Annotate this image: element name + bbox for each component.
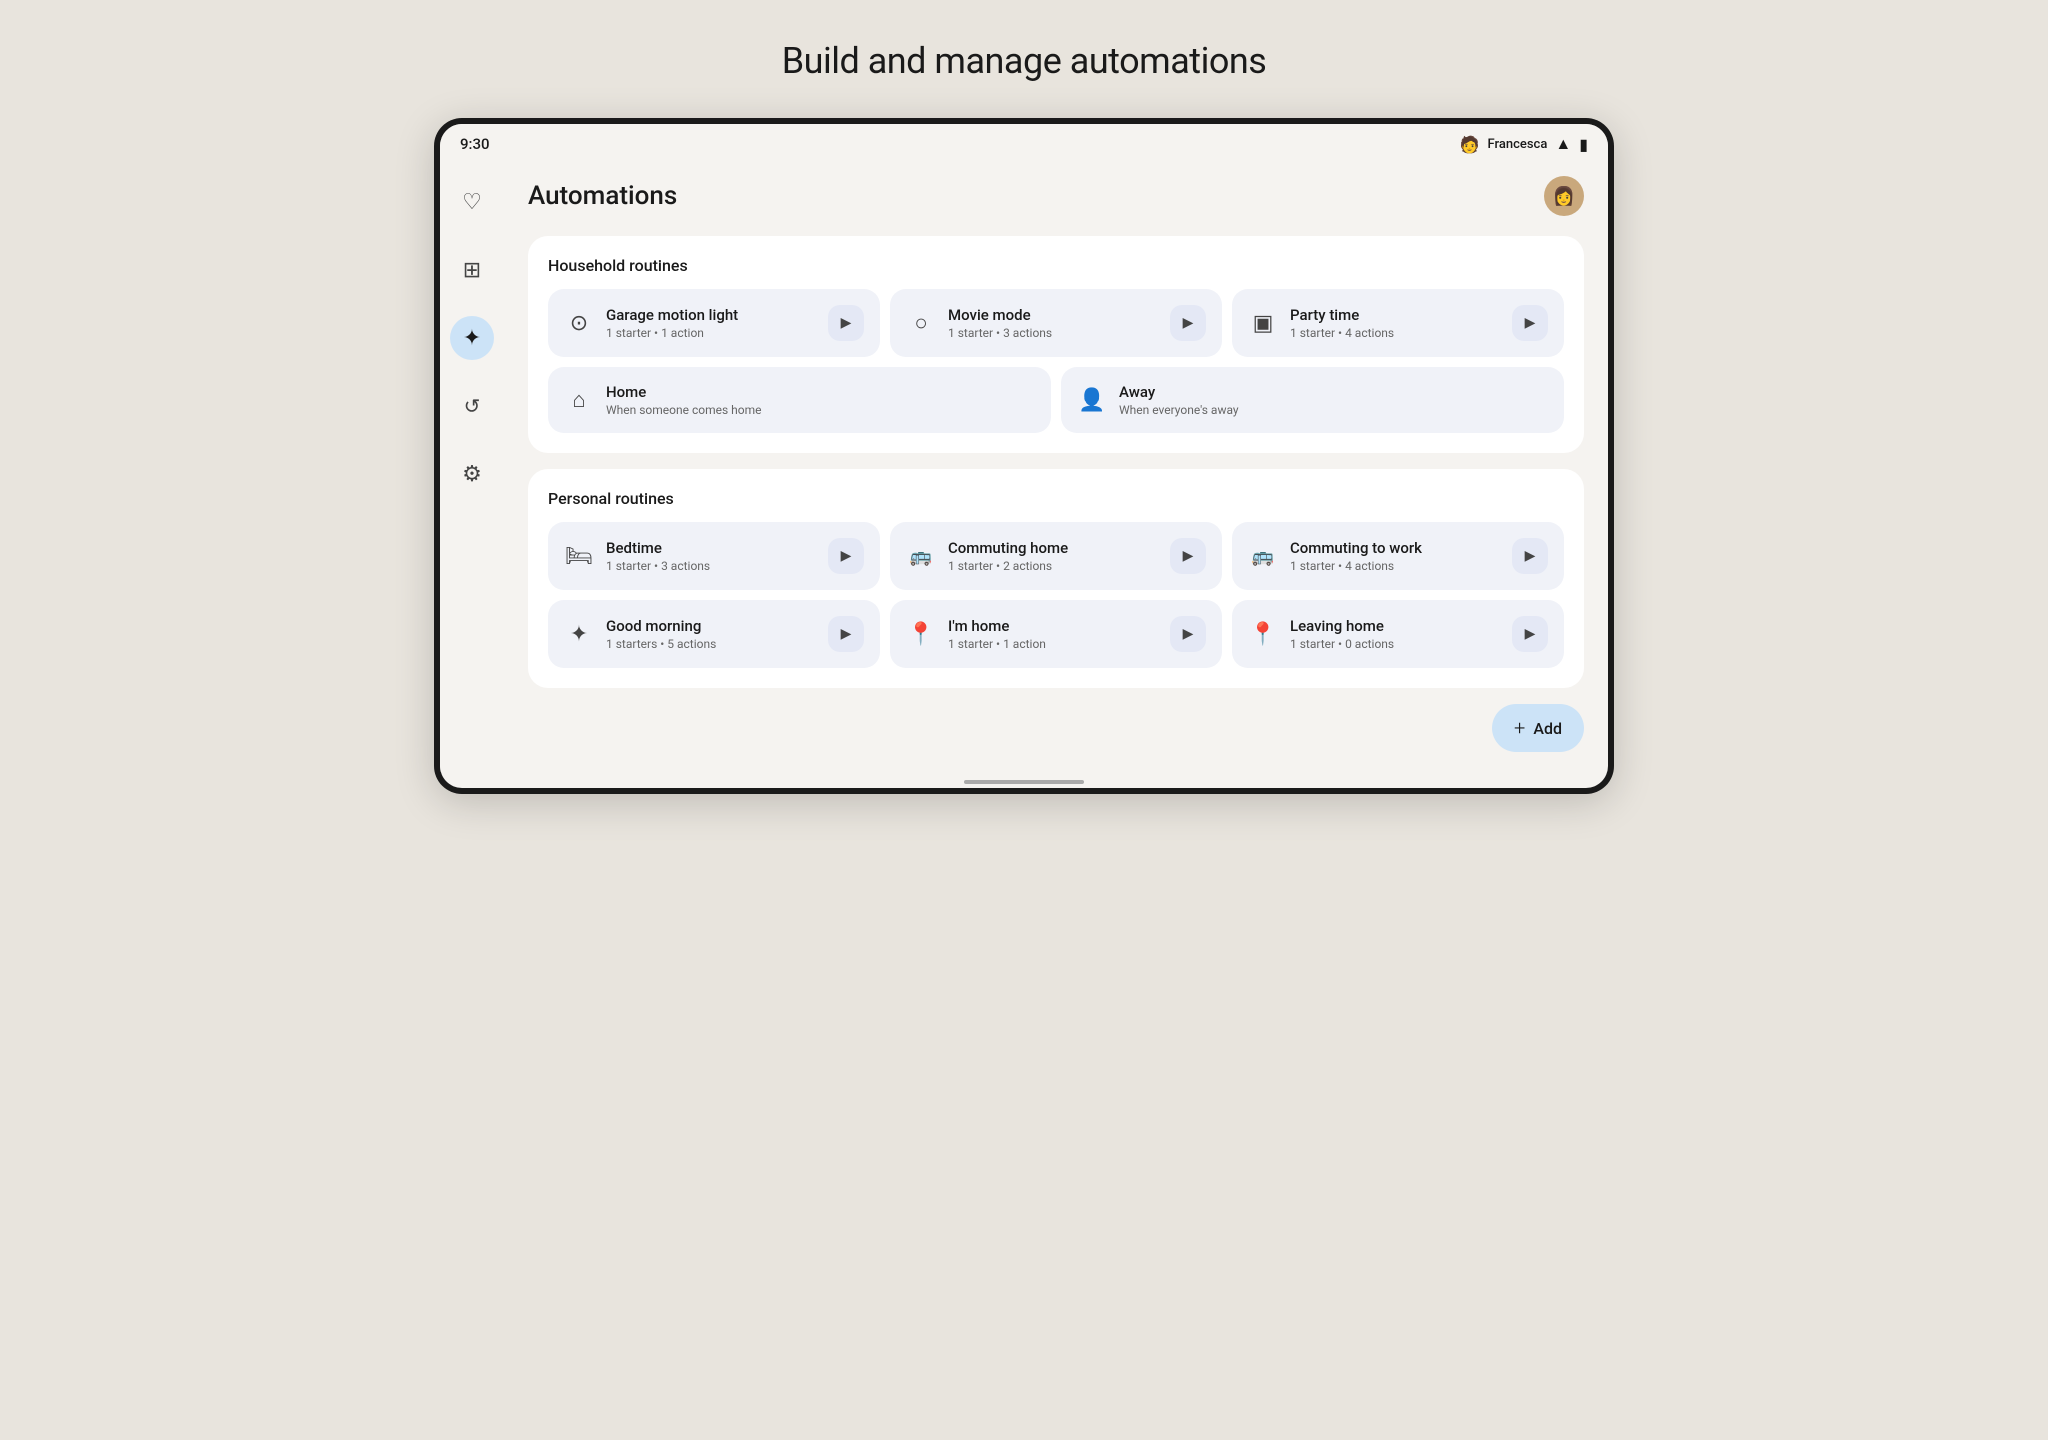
im-home-meta: 1 starter • 1 action (948, 637, 1046, 651)
garage-meta: 1 starter • 1 action (606, 326, 738, 340)
add-icon: + (1514, 716, 1525, 740)
good-morning-name: Good morning (606, 617, 716, 635)
app-body: ♡ ⊞ ✦ ↺ ⚙ Automations 👩 Household routin… (440, 160, 1608, 772)
personal-section-title: Personal routines (548, 489, 1564, 508)
good-morning-meta: 1 starters • 5 actions (606, 637, 716, 651)
commute-work-meta: 1 starter • 4 actions (1290, 559, 1422, 573)
away-meta: When everyone's away (1119, 403, 1239, 417)
away-icon: 👤 (1077, 388, 1107, 413)
main-content: Automations 👩 Household routines ⊙ (504, 160, 1608, 772)
commute-home-play-btn[interactable]: ▶ (1170, 538, 1206, 574)
movie-play-btn[interactable]: ▶ (1170, 305, 1206, 341)
leaving-home-name: Leaving home (1290, 617, 1394, 635)
sidebar-item-dashboard[interactable]: ⊞ (450, 248, 494, 292)
add-label: Add (1533, 719, 1562, 738)
bedtime-icon: 🛏 (564, 544, 594, 569)
commute-work-name: Commuting to work (1290, 539, 1422, 557)
bedtime-meta: 1 starter • 3 actions (606, 559, 710, 573)
movie-icon: ○ (906, 310, 936, 336)
user-avatar-small: 🧑 (1460, 135, 1480, 154)
leaving-home-meta: 1 starter • 0 actions (1290, 637, 1394, 651)
sidebar-item-settings[interactable]: ⚙ (450, 452, 494, 496)
device-frame: 9:30 🧑 Francesca ▲ ▮ ♡ ⊞ ✦ ↺ ⚙ Automatio… (434, 118, 1614, 794)
home-bar (964, 780, 1084, 784)
personal-row2: ✦ Good morning 1 starters • 5 actions ▶ … (548, 600, 1564, 668)
personal-section: Personal routines 🛏 Bedtime 1 starter • … (528, 469, 1584, 688)
party-play-btn[interactable]: ▶ (1512, 305, 1548, 341)
personal-row1: 🛏 Bedtime 1 starter • 3 actions ▶ 🚌 (548, 522, 1564, 590)
good-morning-play-btn[interactable]: ▶ (828, 616, 864, 652)
garage-icon: ⊙ (564, 311, 594, 336)
commute-home-icon: 🚌 (906, 546, 936, 567)
add-button[interactable]: + Add (1492, 704, 1584, 752)
routine-card-commute-home[interactable]: 🚌 Commuting home 1 starter • 2 actions ▶ (890, 522, 1222, 590)
home-meta: When someone comes home (606, 403, 761, 417)
commute-home-meta: 1 starter • 2 actions (948, 559, 1068, 573)
routine-card-commute-work[interactable]: 🚌 Commuting to work 1 starter • 4 action… (1232, 522, 1564, 590)
top-bar: Automations 👩 (528, 176, 1584, 216)
device-screen: 9:30 🧑 Francesca ▲ ▮ ♡ ⊞ ✦ ↺ ⚙ Automatio… (440, 124, 1608, 788)
status-user: Francesca (1488, 137, 1548, 152)
routine-card-garage[interactable]: ⊙ Garage motion light 1 starter • 1 acti… (548, 289, 880, 357)
routine-card-im-home[interactable]: 📍 I'm home 1 starter • 1 action ▶ (890, 600, 1222, 668)
movie-meta: 1 starter • 3 actions (948, 326, 1052, 340)
garage-name: Garage motion light (606, 306, 738, 324)
home-name: Home (606, 383, 761, 401)
routine-card-home[interactable]: ⌂ Home When someone comes home (548, 367, 1051, 433)
party-meta: 1 starter • 4 actions (1290, 326, 1394, 340)
routine-card-good-morning[interactable]: ✦ Good morning 1 starters • 5 actions ▶ (548, 600, 880, 668)
routine-card-leaving-home[interactable]: 📍 Leaving home 1 starter • 0 actions ▶ (1232, 600, 1564, 668)
im-home-icon: 📍 (906, 622, 936, 647)
sidebar-item-favorites[interactable]: ♡ (450, 180, 494, 224)
routine-card-movie[interactable]: ○ Movie mode 1 starter • 3 actions ▶ (890, 289, 1222, 357)
home-icon: ⌂ (564, 387, 594, 413)
bedtime-play-btn[interactable]: ▶ (828, 538, 864, 574)
household-section: Household routines ⊙ Garage motion light… (528, 236, 1584, 453)
im-home-name: I'm home (948, 617, 1046, 635)
household-top-row: ⊙ Garage motion light 1 starter • 1 acti… (548, 289, 1564, 357)
avatar[interactable]: 👩 (1544, 176, 1584, 216)
commute-work-icon: 🚌 (1248, 546, 1278, 567)
routine-card-away[interactable]: 👤 Away When everyone's away (1061, 367, 1564, 433)
im-home-play-btn[interactable]: ▶ (1170, 616, 1206, 652)
fab-container: + Add (528, 704, 1584, 752)
status-bar: 9:30 🧑 Francesca ▲ ▮ (440, 124, 1608, 160)
household-section-title: Household routines (548, 256, 1564, 275)
bedtime-name: Bedtime (606, 539, 710, 557)
commute-work-play-btn[interactable]: ▶ (1512, 538, 1548, 574)
status-right: 🧑 Francesca ▲ ▮ (1460, 134, 1588, 154)
home-indicator (440, 772, 1608, 788)
party-icon: ▣ (1248, 311, 1278, 336)
garage-play-btn[interactable]: ▶ (828, 305, 864, 341)
page-title: Build and manage automations (782, 40, 1267, 82)
wifi-icon: ▲ (1555, 134, 1571, 154)
leaving-home-play-btn[interactable]: ▶ (1512, 616, 1548, 652)
commute-home-name: Commuting home (948, 539, 1068, 557)
status-time: 9:30 (460, 135, 490, 153)
sidebar: ♡ ⊞ ✦ ↺ ⚙ (440, 160, 504, 772)
party-name: Party time (1290, 306, 1394, 324)
battery-icon: ▮ (1579, 135, 1588, 154)
routine-card-bedtime[interactable]: 🛏 Bedtime 1 starter • 3 actions ▶ (548, 522, 880, 590)
leaving-home-icon: 📍 (1248, 622, 1278, 647)
routine-card-party[interactable]: ▣ Party time 1 starter • 4 actions ▶ (1232, 289, 1564, 357)
screen-title: Automations (528, 181, 677, 211)
sidebar-item-automations[interactable]: ✦ (450, 316, 494, 360)
away-name: Away (1119, 383, 1239, 401)
movie-name: Movie mode (948, 306, 1052, 324)
household-bottom-row: ⌂ Home When someone comes home 👤 (548, 367, 1564, 433)
sidebar-item-history[interactable]: ↺ (450, 384, 494, 428)
good-morning-icon: ✦ (564, 622, 594, 647)
